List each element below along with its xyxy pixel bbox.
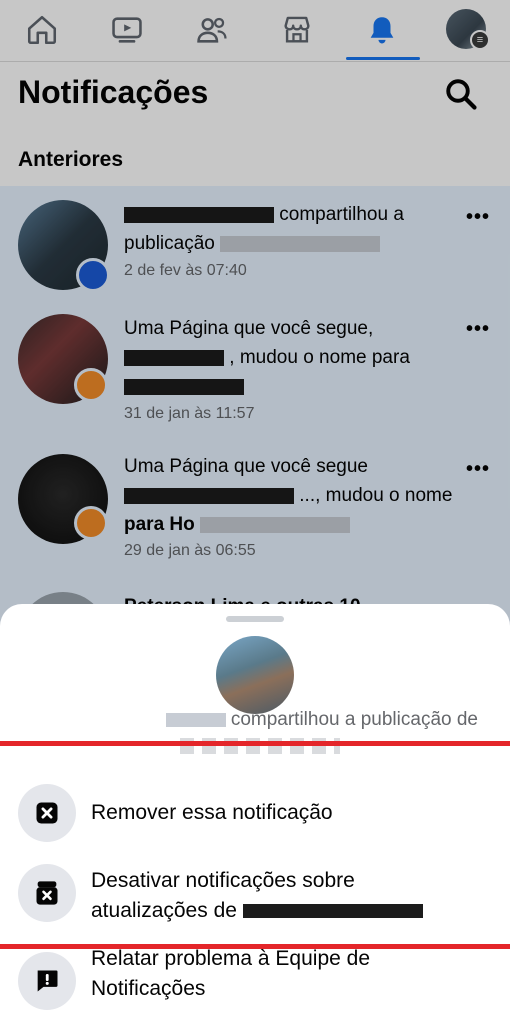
report-icon	[37, 970, 58, 992]
action-label: Remover essa notificação	[91, 801, 333, 824]
highlight-line-top	[0, 741, 510, 746]
action-label: Desativar notificações sobre atualizaçõe…	[91, 866, 423, 926]
remove-notification-button[interactable]: Remover essa notificação	[0, 784, 510, 844]
report-problem-button[interactable]: Relatar problema à Equipe de Notificaçõe…	[0, 947, 510, 1012]
sheet-description-text: compartilhou a publicação de	[230, 709, 478, 730]
action-label-line: atualizações de	[91, 899, 237, 922]
action-label: Relatar problema à Equipe de Notificaçõe…	[91, 944, 370, 1004]
action-label-line: Relatar problema à Equipe de	[91, 947, 371, 970]
action-label-line: Desativar notificações sobre	[91, 869, 355, 892]
action-icon-wrap	[18, 864, 76, 922]
sheet-avatar	[216, 636, 294, 714]
redacted-name	[242, 904, 423, 919]
action-icon-wrap	[18, 784, 76, 842]
sheet-drag-handle[interactable]	[226, 616, 284, 622]
sheet-description: compartilhou a publicação de	[0, 709, 510, 731]
action-label-line: Notificações	[91, 977, 206, 1000]
close-box-icon	[36, 802, 58, 824]
disable-notifications-button[interactable]: Desativar notificações sobre atualizaçõe…	[0, 862, 510, 928]
notification-off-icon	[36, 881, 58, 905]
action-icon-wrap	[18, 952, 76, 1010]
redacted-name	[165, 712, 226, 727]
